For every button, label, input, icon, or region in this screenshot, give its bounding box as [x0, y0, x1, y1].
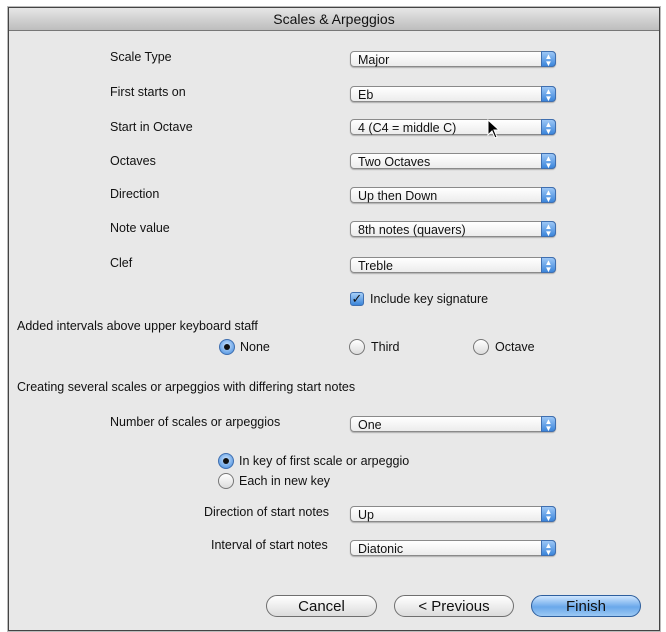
key-first-scale-label[interactable]: In key of first scale or arpeggio	[239, 454, 409, 468]
intervals-heading: Added intervals above upper keyboard sta…	[17, 319, 258, 333]
popup-arrows-icon: ▲ ▼	[541, 221, 556, 238]
interval-third-radio[interactable]	[349, 339, 365, 355]
key-each-new-label[interactable]: Each in new key	[239, 474, 330, 488]
interval-start-notes-popup[interactable]: Diatonic ▲ ▼	[350, 540, 556, 557]
octaves-label: Octaves	[110, 154, 156, 168]
start-in-octave-value: 4 (C4 = middle C)	[358, 121, 457, 135]
mouse-pointer-icon	[487, 118, 501, 139]
previous-button[interactable]: < Previous	[394, 595, 514, 617]
interval-octave-label[interactable]: Octave	[495, 340, 535, 354]
interval-none-radio[interactable]	[219, 339, 235, 355]
start-in-octave-popup[interactable]: 4 (C4 = middle C) ▲ ▼	[350, 119, 556, 136]
finish-button[interactable]: Finish	[531, 595, 641, 617]
direction-start-notes-value: Up	[358, 508, 374, 522]
popup-arrows-icon: ▲ ▼	[541, 51, 556, 68]
cancel-button[interactable]: Cancel	[266, 595, 377, 617]
scale-type-label: Scale Type	[110, 50, 172, 64]
scale-type-value: Major	[358, 53, 390, 67]
include-key-signature-label[interactable]: Include key signature	[370, 292, 488, 306]
clef-popup[interactable]: Treble ▲ ▼	[350, 257, 556, 274]
scale-type-popup[interactable]: Major ▲ ▼	[350, 51, 556, 68]
note-value-value: 8th notes (quavers)	[358, 223, 466, 237]
popup-arrows-icon: ▲ ▼	[541, 257, 556, 274]
number-of-scales-value: One	[358, 418, 382, 432]
include-key-signature-checkbox[interactable]: ✓	[350, 292, 364, 306]
first-starts-on-label: First starts on	[110, 85, 186, 99]
popup-arrows-icon: ▲ ▼	[541, 119, 556, 136]
interval-octave-radio[interactable]	[473, 339, 489, 355]
interval-start-notes-value: Diatonic	[358, 542, 404, 556]
popup-arrows-icon: ▲ ▼	[541, 540, 556, 557]
key-first-scale-radio[interactable]	[218, 453, 234, 469]
direction-label: Direction	[110, 187, 160, 201]
popup-arrows-icon: ▲ ▼	[541, 187, 556, 204]
checkmark-icon: ✓	[351, 291, 363, 306]
first-starts-on-popup[interactable]: Eb ▲ ▼	[350, 86, 556, 103]
direction-value: Up then Down	[358, 189, 438, 203]
interval-third-label[interactable]: Third	[371, 340, 399, 354]
key-each-new-radio[interactable]	[218, 473, 234, 489]
popup-arrows-icon: ▲ ▼	[541, 416, 556, 433]
start-in-octave-label: Start in Octave	[110, 120, 193, 134]
direction-popup[interactable]: Up then Down ▲ ▼	[350, 187, 556, 204]
direction-start-notes-label: Direction of start notes	[204, 505, 330, 519]
note-value-popup[interactable]: 8th notes (quavers) ▲ ▼	[350, 221, 556, 238]
first-starts-on-value: Eb	[358, 88, 374, 102]
several-scales-heading: Creating several scales or arpeggios wit…	[17, 380, 356, 394]
window-title: Scales & Arpeggios	[9, 8, 659, 31]
direction-start-notes-popup[interactable]: Up ▲ ▼	[350, 506, 556, 523]
interval-start-notes-label: Interval of start notes	[211, 538, 328, 552]
octaves-popup[interactable]: Two Octaves ▲ ▼	[350, 153, 556, 170]
clef-label: Clef	[110, 256, 133, 270]
popup-arrows-icon: ▲ ▼	[541, 506, 556, 523]
note-value-label: Note value	[110, 221, 170, 235]
popup-arrows-icon: ▲ ▼	[541, 153, 556, 170]
number-of-scales-popup[interactable]: One ▲ ▼	[350, 416, 556, 433]
interval-none-label[interactable]: None	[240, 340, 270, 354]
octaves-value: Two Octaves	[358, 155, 431, 169]
clef-value: Treble	[358, 259, 393, 273]
scales-arpeggios-dialog: Scales & Arpeggios Scale Type Major ▲ ▼ F…	[8, 7, 660, 631]
number-of-scales-label: Number of scales or arpeggios	[110, 415, 281, 429]
popup-arrows-icon: ▲ ▼	[541, 86, 556, 103]
